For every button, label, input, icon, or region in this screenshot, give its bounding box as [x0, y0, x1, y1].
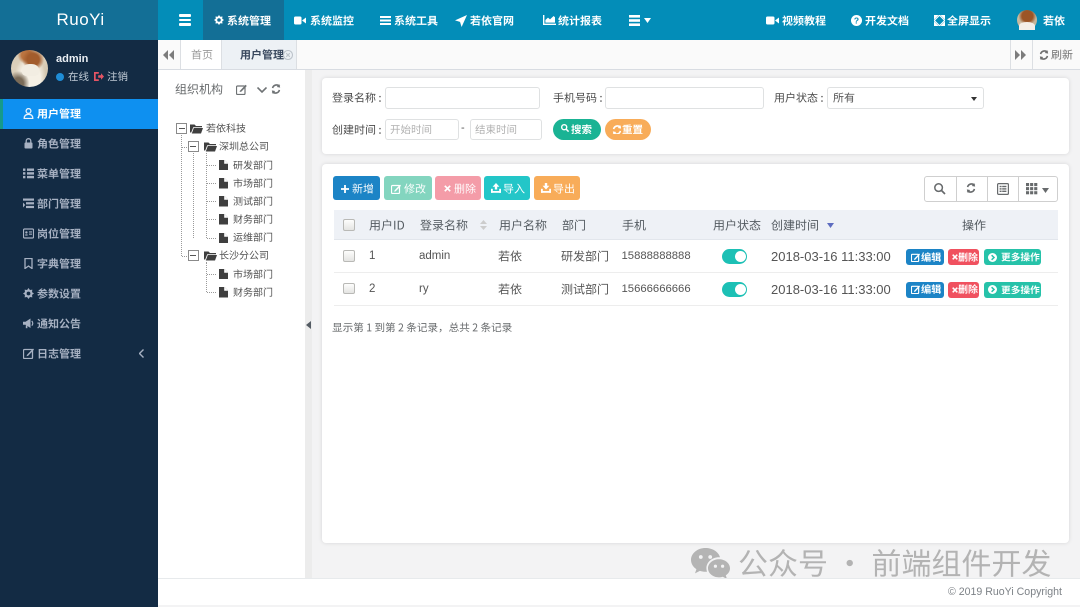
svg-text:?: ?	[854, 15, 859, 25]
